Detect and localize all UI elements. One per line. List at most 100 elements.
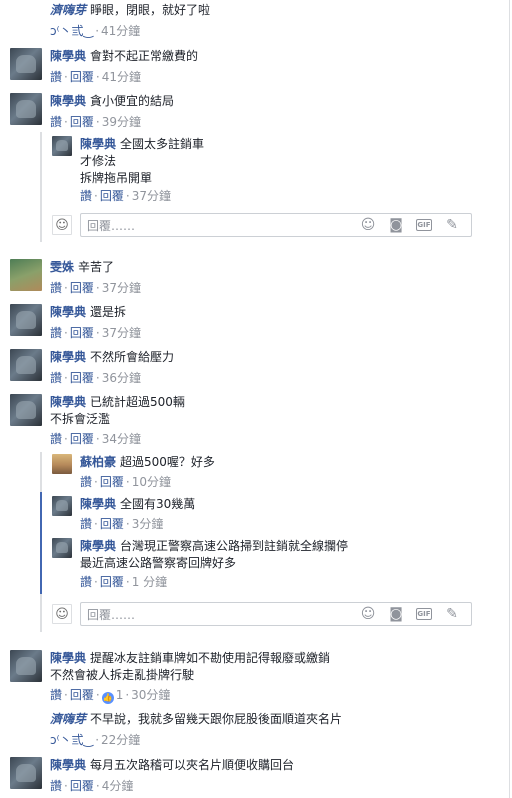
reply-link[interactable]: 回覆 <box>70 70 94 84</box>
comment-text: 超過500喔？好多 <box>120 455 215 469</box>
comment-author[interactable]: 濟嗨芽 <box>50 712 86 726</box>
timestamp[interactable]: 37分鐘 <box>102 281 141 295</box>
timestamp[interactable]: 34分鐘 <box>102 432 141 446</box>
comment-author[interactable]: 濟嗨芽 <box>50 3 86 17</box>
comment-author[interactable]: 陳學典 <box>50 49 86 63</box>
timestamp[interactable]: 36分鐘 <box>102 371 141 385</box>
avatar[interactable] <box>52 496 72 516</box>
comment-author[interactable]: 陳學典 <box>80 497 116 511</box>
active-reply-group: 陳學典 全國有30幾萬 讚 · 回覆 · 3分鐘 陳學典 台灣現正警察高速公路掃到註銷就全線… <box>40 492 472 594</box>
like-link[interactable]: 讚 <box>80 517 92 531</box>
reply-link[interactable]: 回覆 <box>70 326 94 340</box>
comment: 陳學典 貪小便宜的結局 讚 · 回覆 · 39分鐘 <box>0 93 500 130</box>
reply-link[interactable]: 回覆 <box>100 517 124 531</box>
reply-link[interactable]: 回覆 <box>70 281 94 295</box>
comment: 濟嗨芽 睜眼，閉眼，就好了啦 ɔ⁽丶弎‿ · 41分鐘 <box>0 2 500 39</box>
reply-placeholder: 回覆…… <box>87 607 136 622</box>
comment-author[interactable]: 陳學典 <box>80 137 116 151</box>
avatar[interactable] <box>10 757 42 789</box>
reply-link[interactable]: 回覆 <box>100 475 124 489</box>
comment-text-line: 不拆會泛濫 <box>50 412 111 426</box>
sticker-icon[interactable]: ✎ <box>443 216 461 234</box>
avatar[interactable] <box>10 394 42 426</box>
avatar: ☺ <box>52 604 72 624</box>
avatar[interactable] <box>10 93 42 125</box>
timestamp[interactable]: 41分鐘 <box>101 24 140 38</box>
reply-input[interactable]: 回覆…… ☺ ◙ GIF ✎ <box>80 213 472 237</box>
like-link[interactable]: 讚 <box>50 371 62 385</box>
comment-author[interactable]: 陳學典 <box>50 758 86 772</box>
smiley-icon[interactable]: ☺ <box>359 216 377 234</box>
like-link[interactable]: ɔ⁽丶弎‿ <box>50 24 93 38</box>
timestamp[interactable]: 30分鐘 <box>131 688 170 702</box>
comment: 雯姝 辛苦了 讚 · 回覆 · 37分鐘 <box>0 259 500 296</box>
comment-text: 全國有30幾萬 <box>120 497 196 511</box>
timestamp[interactable]: 4分鐘 <box>102 779 134 793</box>
reply-link[interactable]: 回覆 <box>70 779 94 793</box>
reply-composer: ☺ 回覆…… ☺ ◙ GIF ✎ <box>42 594 472 626</box>
like-link[interactable]: 讚 <box>50 688 62 702</box>
avatar[interactable] <box>10 349 42 381</box>
avatar[interactable] <box>52 454 72 474</box>
avatar[interactable] <box>10 304 42 336</box>
reply-input[interactable]: 回覆…… ☺ ◙ GIF ✎ <box>80 602 472 626</box>
reply-link[interactable]: 回覆 <box>70 688 94 702</box>
reply-link[interactable]: 回覆 <box>100 575 124 589</box>
gif-icon[interactable]: GIF <box>415 216 433 234</box>
timestamp[interactable]: 39分鐘 <box>102 115 141 129</box>
comment: 陳學典 每月五次路稽可以夾名片順便收購回台 讚 · 回覆 · 4分鐘 <box>0 757 500 794</box>
reply-link[interactable]: 回覆 <box>70 115 94 129</box>
avatar[interactable] <box>52 136 72 156</box>
like-link[interactable]: 讚 <box>50 326 62 340</box>
reply-link[interactable]: 回覆 <box>70 371 94 385</box>
avatar[interactable] <box>10 2 42 38</box>
comment-author[interactable]: 陳學典 <box>50 94 86 108</box>
reply-link[interactable]: 回覆 <box>70 432 94 446</box>
timestamp[interactable]: 10分鐘 <box>132 475 171 489</box>
camera-icon[interactable]: ◙ <box>387 216 405 234</box>
comment-text: 不然所會給壓力 <box>90 350 175 364</box>
reply: 陳學典 全國太多註銷車 才修法 拆牌拖吊開單 讚 · 回覆 · 37分鐘 <box>42 132 472 204</box>
timestamp[interactable]: 41分鐘 <box>102 70 141 84</box>
comment-author[interactable]: 蘇柏豪 <box>80 455 116 469</box>
sticker-icon[interactable]: ✎ <box>443 605 461 623</box>
avatar[interactable] <box>52 538 72 558</box>
comment: 陳學典 不然所會給壓力 讚 · 回覆 · 36分鐘 <box>0 349 500 386</box>
comment-text: 全國太多註銷車 <box>120 137 205 151</box>
comment-text: 台灣現正警察高速公路掃到註銷就全線攔停 <box>120 539 349 553</box>
avatar[interactable] <box>10 650 42 682</box>
like-link[interactable]: 讚 <box>80 189 92 203</box>
like-link[interactable]: 讚 <box>50 115 62 129</box>
like-link[interactable]: 讚 <box>80 575 92 589</box>
comment-text: 還是拆 <box>90 305 127 319</box>
feed-right-border <box>509 0 510 798</box>
like-link[interactable]: 讚 <box>50 779 62 793</box>
timestamp[interactable]: 37分鐘 <box>102 326 141 340</box>
timestamp[interactable]: 3分鐘 <box>132 517 164 531</box>
comment-text: 提醒冰友註銷車牌如不勘使用記得報廢或繳銷 <box>90 651 331 665</box>
like-link[interactable]: 讚 <box>50 281 62 295</box>
comment-author[interactable]: 陳學典 <box>50 651 86 665</box>
timestamp[interactable]: 22分鐘 <box>101 733 140 747</box>
comment-text-line: 拆牌拖吊開單 <box>80 171 153 185</box>
comment-author[interactable]: 陳學典 <box>50 350 86 364</box>
timestamp[interactable]: 37分鐘 <box>132 189 171 203</box>
comment-author[interactable]: 陳學典 <box>50 305 86 319</box>
smiley-icon[interactable]: ☺ <box>359 605 377 623</box>
comment-author[interactable]: 陳學典 <box>50 395 86 409</box>
like-link[interactable]: 讚 <box>80 475 92 489</box>
avatar[interactable] <box>10 48 42 80</box>
comment-author[interactable]: 雯姝 <box>50 260 74 274</box>
like-link[interactable]: 讚 <box>50 432 62 446</box>
avatar[interactable] <box>10 259 42 291</box>
timestamp[interactable]: 1 分鐘 <box>132 575 167 589</box>
reply-link[interactable]: 回覆 <box>100 189 124 203</box>
like-link[interactable]: ɔ⁽丶弎‿ <box>50 733 93 747</box>
gif-icon[interactable]: GIF <box>415 605 433 623</box>
avatar[interactable] <box>10 711 42 747</box>
camera-icon[interactable]: ◙ <box>387 605 405 623</box>
comment-author[interactable]: 陳學典 <box>80 539 116 553</box>
comment: 陳學典 還是拆 讚 · 回覆 · 37分鐘 <box>0 304 500 341</box>
like-link[interactable]: 讚 <box>50 70 62 84</box>
like-count-icon[interactable]: 👍 <box>101 692 114 704</box>
